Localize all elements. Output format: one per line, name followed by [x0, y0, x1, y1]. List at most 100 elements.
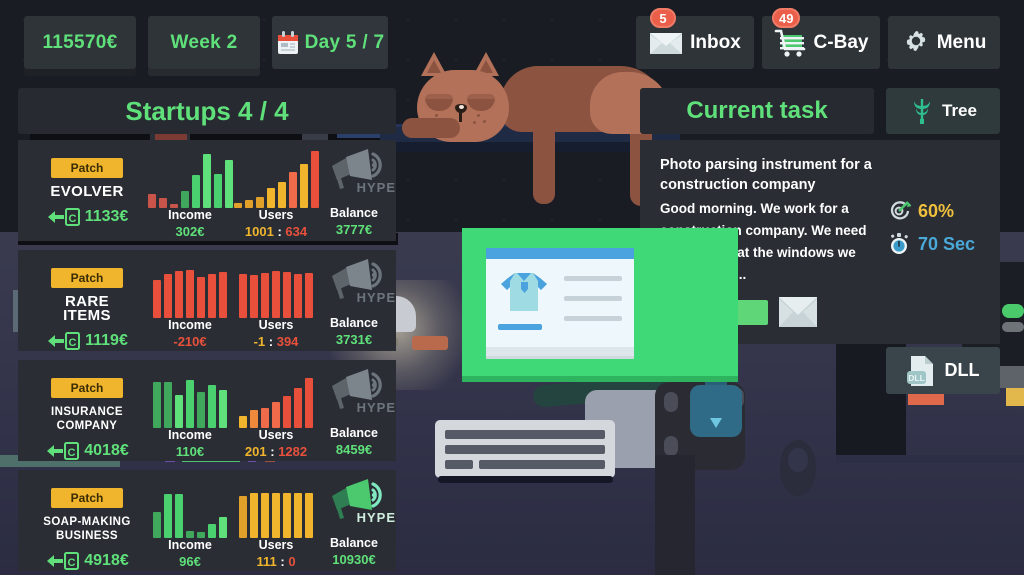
chart-bar	[261, 493, 269, 538]
sleeping-cat	[402, 48, 670, 206]
hype-label: HYPE	[356, 290, 396, 305]
startup-row[interactable]: Patch RARE ITEMS C 1119€ Income -210€ Use…	[18, 250, 396, 351]
chart-bar	[294, 274, 302, 318]
chart-bar	[250, 410, 258, 428]
task-mail-button[interactable]	[779, 297, 817, 327]
chart-bar	[283, 493, 291, 538]
income-value: 302€	[175, 224, 205, 239]
chart-bar	[272, 493, 280, 538]
startups-list: Patch EVOLVER C 1133€ Income 302€ Users …	[18, 140, 396, 572]
svg-text:C: C	[68, 447, 76, 459]
coin-arrow-icon: C	[47, 208, 80, 226]
chart-bar	[294, 493, 302, 538]
patch-button[interactable]: Patch	[51, 488, 123, 508]
balance-value: 8459€	[335, 442, 373, 457]
hype-metric[interactable]: HYPE Balance 8459€	[306, 366, 402, 457]
tree-button[interactable]: Tree	[886, 88, 1000, 134]
cat-freckle	[477, 114, 480, 117]
chart-bar	[197, 392, 205, 428]
keyboard-shadow	[438, 476, 613, 483]
startup-row[interactable]: Patch EVOLVER C 1133€ Income 302€ Users …	[18, 140, 396, 241]
chart-bar	[208, 385, 216, 428]
chart-bar	[186, 531, 194, 538]
startup-row[interactable]: Patch SOAP-MAKING BUSINESS C 4918€ Income…	[18, 470, 396, 571]
stopwatch-icon	[890, 233, 908, 254]
game-screen: 115570€ Week 2 Day 5 / 7 5 Inbox 49 C-Ba…	[0, 0, 1024, 575]
dll-label: DLL	[944, 360, 980, 380]
vr-headset[interactable]	[690, 385, 742, 437]
mockup-header-bar	[486, 248, 634, 259]
chart-bar	[250, 493, 258, 538]
hype-metric[interactable]: HYPE Balance 3777€	[306, 146, 402, 237]
income-label: Income	[168, 208, 212, 222]
startup-row[interactable]: Patch INSURANCE COMPANY C 4018€ Income 11…	[18, 360, 396, 461]
hype-metric[interactable]: HYPE Balance 3731€	[306, 256, 402, 347]
dll-button[interactable]: DLL DLL	[886, 347, 1000, 394]
income-chart	[142, 366, 238, 428]
startup-name: RARE ITEMS	[63, 293, 111, 324]
income-metric: Income 302€	[142, 146, 238, 239]
income-chart	[142, 256, 238, 318]
chart-bar	[277, 182, 286, 208]
chart-bar	[191, 175, 200, 208]
chart-bar	[261, 273, 269, 318]
chart-bar	[175, 271, 183, 318]
coin-arrow-icon: C	[48, 332, 81, 350]
day-display[interactable]: Day 5 / 7	[272, 16, 388, 69]
balance-label: Balance	[330, 206, 378, 220]
patch-button[interactable]: Patch	[51, 158, 123, 178]
startup-payout[interactable]: C 1119€	[32, 331, 142, 351]
users-value-target: 1282	[278, 444, 308, 459]
cat-nose-highlight	[459, 105, 464, 109]
keyboard[interactable]	[435, 420, 615, 478]
cat-freckle	[435, 114, 438, 117]
users-value-target: 634	[285, 224, 308, 239]
tshirt-icon	[501, 273, 547, 311]
bg-panel-right-6	[1002, 304, 1024, 318]
users-value-current: 201	[244, 444, 267, 459]
chart-bar	[164, 382, 172, 428]
startup-payout-value: 4918€	[84, 552, 129, 569]
current-task-header-label: Current task	[686, 97, 828, 124]
chart-bar	[186, 380, 194, 428]
mockup-footer	[486, 347, 634, 356]
keyboard-row	[479, 460, 605, 469]
hype-metric[interactable]: HYPE Balance 10930€	[306, 476, 402, 567]
income-value: 96€	[179, 554, 201, 569]
chart-bar	[283, 396, 291, 428]
chart-bar	[164, 274, 172, 318]
startup-payout[interactable]: C 4918€	[32, 551, 142, 571]
chart-bar	[164, 494, 172, 538]
startup-payout[interactable]: C 4018€	[32, 441, 142, 461]
cat-leg	[533, 124, 555, 204]
coin-arrow-icon: C	[47, 442, 80, 460]
chart-bar	[250, 275, 258, 318]
users-value-current: -1	[253, 334, 266, 349]
startup-payout-value: 1119€	[85, 332, 128, 349]
startup-info: Patch EVOLVER C 1133€	[32, 158, 142, 227]
startup-payout[interactable]: C 1133€	[32, 207, 142, 227]
patch-button[interactable]: Patch	[51, 268, 123, 288]
startup-info: Patch SOAP-MAKING BUSINESS C 4918€	[32, 488, 142, 571]
mockup-price-bar	[498, 324, 542, 330]
chart-bar	[219, 390, 227, 428]
chart-bar	[239, 274, 247, 318]
gear-icon	[906, 30, 925, 51]
users-value-current: 111	[256, 554, 277, 569]
menu-button[interactable]: Menu	[888, 16, 1000, 69]
income-chart	[142, 476, 238, 538]
tree-label: Tree	[942, 101, 977, 120]
users-value-target: 394	[276, 334, 299, 349]
income-metric: Income -210€	[142, 256, 238, 349]
website-preview-card[interactable]	[462, 228, 738, 376]
startup-name: INSURANCE COMPANY	[51, 406, 123, 432]
desk-lamp-arm	[412, 336, 448, 350]
patch-button[interactable]: Patch	[51, 378, 123, 398]
users-value-current: 1001	[244, 224, 274, 239]
task-timer: 70 Sec	[888, 232, 975, 257]
coin-arrow-icon: C	[47, 552, 80, 570]
chart-bar	[153, 280, 161, 318]
target-dart-icon	[890, 201, 911, 220]
startup-name: EVOLVER	[50, 183, 124, 200]
bg-panel-right-12	[836, 455, 1024, 463]
